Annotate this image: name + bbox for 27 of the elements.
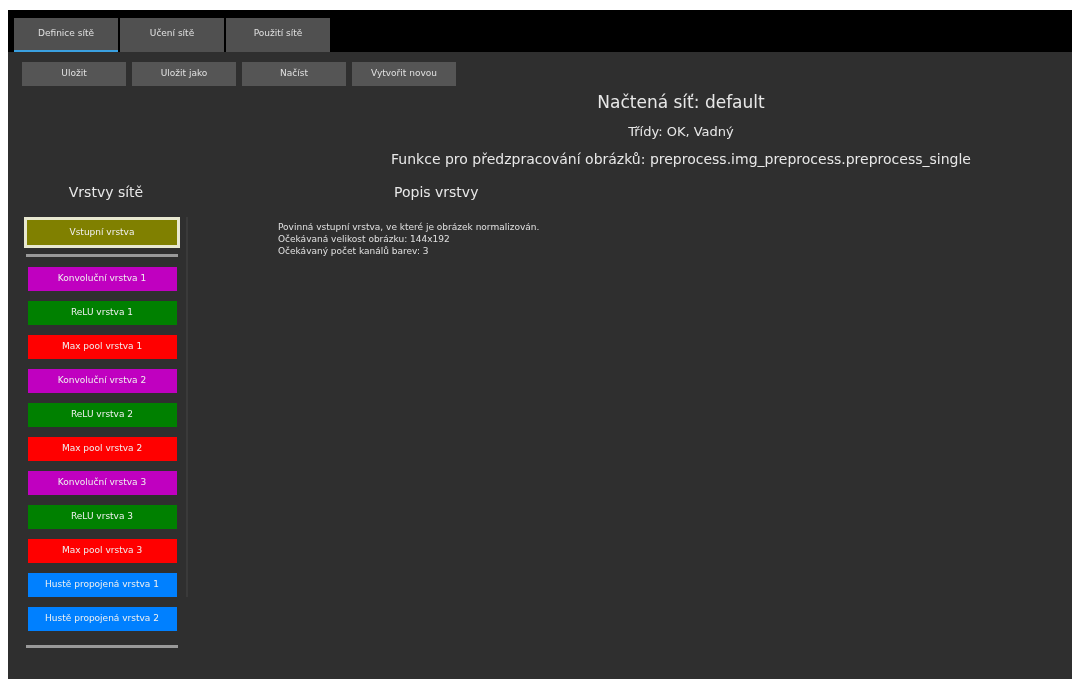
description-line: Očekávaný počet kanálů barev: 3 — [278, 245, 430, 257]
network-title: Načtená síť: default — [597, 91, 765, 114]
tab[interactable]: Definice sítě — [14, 18, 118, 52]
layer-item[interactable]: ReLU vrstva 3 — [27, 505, 177, 529]
description-line: Očekávaná velikost obrázku: 144x192 — [278, 233, 451, 245]
layer-item[interactable]: Max pool vrstva 1 — [27, 335, 177, 359]
layer-item[interactable]: Max pool vrstva 2 — [27, 437, 177, 461]
description-line: Povinná vstupní vrstva, ve které je obrázek normalizován. — [278, 221, 541, 233]
layer-item[interactable]: Konvoluční vrstva 3 — [27, 471, 177, 495]
toolbar-button[interactable]: Načíst — [242, 62, 346, 86]
layer-item[interactable]: ReLU vrstva 2 — [27, 403, 177, 427]
layer-item[interactable]: Vstupní vrstva — [24, 217, 180, 248]
description-heading: Popis vrstvy — [394, 183, 480, 202]
tab[interactable]: Učení sítě — [120, 18, 224, 52]
classes-text: Třídy: OK, Vadný — [628, 122, 734, 141]
layer-item[interactable]: Hustě propojená vrstva 2 — [27, 607, 177, 631]
layer-item[interactable]: Konvoluční vrstva 1 — [27, 267, 177, 291]
layer-item[interactable]: Max pool vrstva 3 — [27, 539, 177, 563]
layer-item[interactable]: Hustě propojená vrstva 1 — [27, 573, 177, 597]
toolbar-button[interactable]: Uložit jako — [132, 62, 236, 86]
tab[interactable]: Použití sítě — [226, 18, 330, 52]
toolbar-button[interactable]: Uložit — [22, 62, 126, 86]
layer-item[interactable]: ReLU vrstva 1 — [27, 301, 177, 325]
toolbar-button[interactable]: Vytvořit novou — [352, 62, 456, 86]
layers-heading: Vrstvy sítě — [68, 183, 144, 202]
layer-item[interactable]: Konvoluční vrstva 2 — [27, 369, 177, 393]
preprocess-text: Funkce pro předzpracování obrázků: preprocess.img_preprocess.preprocess_single — [391, 150, 971, 169]
